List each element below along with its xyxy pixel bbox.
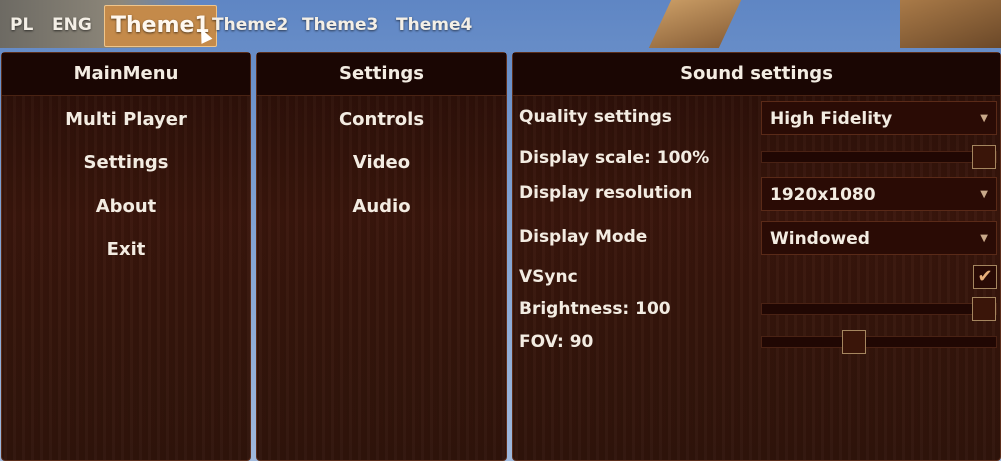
settings-panel: Settings Controls Video Audio <box>256 52 507 461</box>
display-scale-label: Display scale: 100% <box>519 148 710 168</box>
display-scale-slider[interactable] <box>761 145 997 169</box>
quality-settings-label: Quality settings <box>519 107 672 127</box>
brightness-label: Brightness: 100 <box>519 299 671 319</box>
tab-theme2[interactable]: Theme2 <box>212 5 288 45</box>
chevron-down-icon: ▼ <box>980 189 988 200</box>
chevron-down-icon: ▼ <box>980 233 988 244</box>
dropdown-value: High Fidelity <box>770 109 893 129</box>
panel-title: MainMenu <box>2 53 250 96</box>
menu-item-video[interactable]: Video <box>257 152 506 173</box>
language-pl-button[interactable]: PL <box>10 5 33 45</box>
tab-theme4[interactable]: Theme4 <box>396 5 472 45</box>
menu-item-controls[interactable]: Controls <box>257 109 506 130</box>
quality-settings-dropdown[interactable]: High Fidelity ▼ <box>761 101 997 135</box>
fov-label: FOV: 90 <box>519 332 594 352</box>
language-eng-button[interactable]: ENG <box>52 5 92 45</box>
chevron-down-icon: ▼ <box>980 113 988 124</box>
top-bar: PL ENG Theme1 Theme2 Theme3 Theme4 <box>0 0 1001 50</box>
display-mode-label: Display Mode <box>519 227 648 247</box>
dropdown-value: 1920x1080 <box>770 185 876 205</box>
fov-slider[interactable] <box>761 330 997 354</box>
sound-settings-panel: Sound settings Quality settings High Fid… <box>512 52 1001 461</box>
slider-handle[interactable] <box>972 145 996 169</box>
slider-handle[interactable] <box>841 330 866 354</box>
brightness-slider[interactable] <box>761 297 997 321</box>
panel-title: Sound settings <box>513 53 1000 96</box>
panel-title: Settings <box>257 53 506 96</box>
main-menu-panel: MainMenu Multi Player Settings About Exi… <box>1 52 251 461</box>
menu-item-exit[interactable]: Exit <box>2 239 250 260</box>
dropdown-value: Windowed <box>770 229 870 249</box>
display-mode-dropdown[interactable]: Windowed ▼ <box>761 221 997 255</box>
menu-item-settings[interactable]: Settings <box>2 152 250 173</box>
tab-theme3[interactable]: Theme3 <box>302 5 378 45</box>
vsync-checkbox[interactable]: ✔ <box>973 265 997 289</box>
display-resolution-dropdown[interactable]: 1920x1080 ▼ <box>761 177 997 211</box>
display-resolution-label: Display resolution <box>519 183 693 203</box>
vsync-label: VSync <box>519 267 578 287</box>
menu-item-multi-player[interactable]: Multi Player <box>2 109 250 130</box>
checkmark-icon: ✔ <box>977 266 993 287</box>
menu-item-audio[interactable]: Audio <box>257 196 506 217</box>
slider-handle[interactable] <box>972 297 996 321</box>
menu-item-about[interactable]: About <box>2 196 250 217</box>
